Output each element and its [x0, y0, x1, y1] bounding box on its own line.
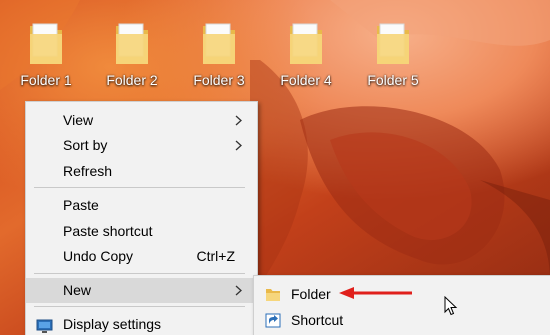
folder-icon [375, 20, 411, 66]
menu-item-label: Display settings [63, 316, 162, 332]
desktop-icon-label: Folder 5 [367, 72, 419, 88]
folder-icon [114, 20, 150, 66]
menu-item-label: View [63, 112, 94, 128]
menu-item-sort-by[interactable]: Sort by [26, 133, 257, 158]
menu-item-view[interactable]: View [26, 108, 257, 133]
menu-item-label: Paste shortcut [63, 223, 153, 239]
menu-item-label: Sort by [63, 137, 108, 153]
shortcut-icon [265, 313, 281, 328]
menu-separator [34, 306, 245, 307]
chevron-right-icon [235, 140, 243, 151]
desktop-icon-label: Folder 3 [193, 72, 245, 88]
menu-separator [34, 187, 245, 188]
menu-item-undo-copy[interactable]: Undo Copy Ctrl+Z [26, 244, 257, 269]
menu-separator [34, 273, 245, 274]
desktop-icon-folder-5[interactable]: Folder 5 [356, 14, 430, 92]
desktop-context-menu: View Sort by Refresh Paste Paste shortcu… [25, 101, 258, 335]
submenu-item-shortcut[interactable]: Shortcut [254, 307, 550, 333]
desktop-icon-label: Folder 4 [280, 72, 332, 88]
desktop-icon-folder-2[interactable]: Folder 2 [95, 14, 169, 92]
folder-icon [265, 287, 281, 302]
menu-item-label: New [63, 282, 92, 298]
mouse-pointer-icon [444, 296, 458, 316]
submenu-item-label: Shortcut [291, 312, 344, 328]
folder-icon [201, 20, 237, 66]
menu-item-refresh[interactable]: Refresh [26, 159, 257, 184]
desktop-icon-folder-1[interactable]: Folder 1 [9, 14, 83, 92]
folder-icon [288, 20, 324, 66]
display-icon [36, 317, 53, 333]
desktop-icon-folder-3[interactable]: Folder 3 [182, 14, 256, 92]
desktop-icon-folder-4[interactable]: Folder 4 [269, 14, 343, 92]
menu-item-label: Paste [63, 197, 99, 213]
annotation-arrow-icon [338, 285, 414, 301]
menu-item-label: Undo Copy [63, 248, 134, 264]
menu-item-display-settings[interactable]: Display settings [26, 312, 257, 335]
menu-item-paste[interactable]: Paste [26, 193, 257, 218]
submenu-item-label: Folder [291, 286, 331, 302]
menu-item-paste-shortcut[interactable]: Paste shortcut [26, 219, 257, 244]
chevron-right-icon [235, 285, 243, 296]
new-submenu: Folder Shortcut [253, 275, 550, 335]
menu-item-shortcut: Ctrl+Z [196, 248, 236, 264]
chevron-right-icon [235, 115, 243, 126]
desktop-icon-label: Folder 1 [20, 72, 72, 88]
folder-icon [28, 20, 64, 66]
menu-item-label: Refresh [63, 163, 113, 179]
menu-item-new[interactable]: New [26, 278, 257, 303]
desktop-icon-label: Folder 2 [106, 72, 158, 88]
